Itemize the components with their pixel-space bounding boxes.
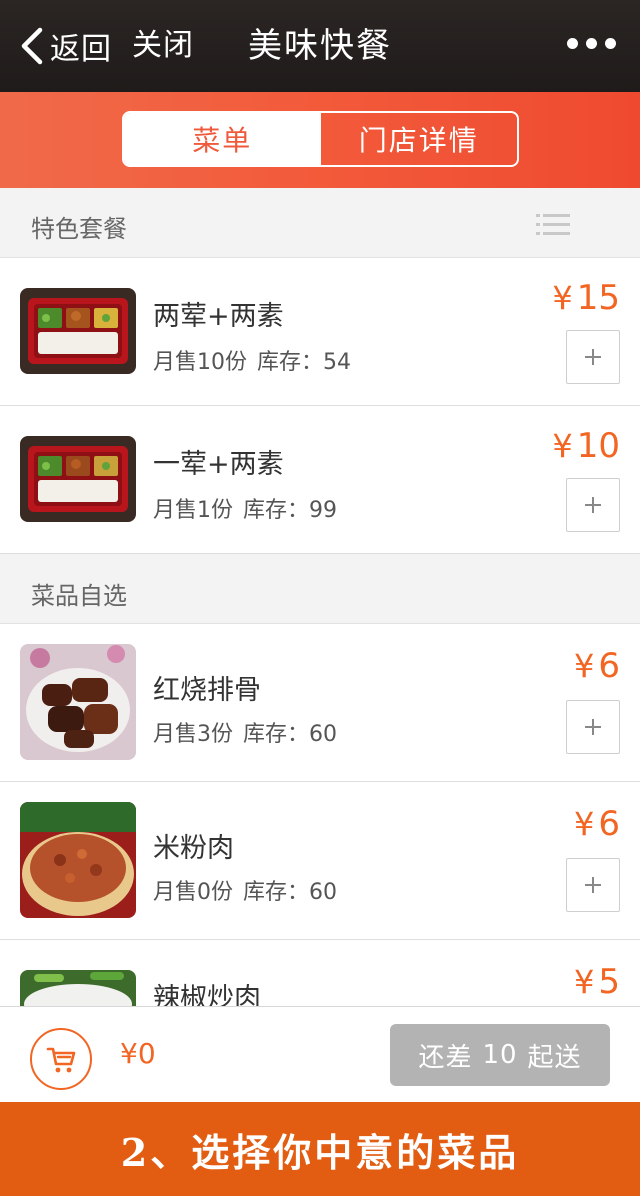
plus-icon — [585, 497, 601, 513]
menu-item: 一荤+两素 月售1份 库存：99 ¥10 — [0, 406, 640, 554]
item-name: 红烧排骨 — [153, 675, 261, 706]
item-name: 一荤+两素 — [153, 449, 284, 480]
section-title: 特色套餐 — [31, 215, 127, 243]
item-name: 米粉肉 — [153, 833, 234, 864]
cart-bar: ¥0 还差 10 起送 — [0, 1006, 640, 1102]
section-header-featured: 特色套餐 — [0, 188, 640, 258]
menu-item: 辣椒炒肉 ¥5 — [0, 940, 640, 1006]
stock-label: 库存： — [243, 498, 310, 523]
item-sales-stock: 月售3份 库存：60 — [153, 716, 337, 748]
plus-icon — [585, 877, 601, 893]
steamed-pork-image — [20, 802, 136, 918]
braised-ribs-image — [20, 644, 136, 760]
tab-store-details[interactable]: 门店详情 — [321, 113, 518, 165]
bento-meal-image — [20, 288, 136, 374]
checkout-button[interactable]: 还差 10 起送 — [390, 1024, 610, 1086]
item-name: 辣椒炒肉 — [153, 983, 261, 1006]
item-price: ¥6 — [574, 646, 620, 686]
top-nav-bar: 返回 关闭 美味快餐 — [0, 0, 640, 92]
section-title: 菜品自选 — [31, 582, 127, 610]
item-price: ¥5 — [574, 962, 620, 1002]
tab-switcher: 菜单 门店详情 — [122, 111, 519, 167]
plus-icon — [585, 349, 601, 365]
add-to-cart-button[interactable] — [566, 478, 620, 532]
item-sales: 月售0份 — [153, 880, 233, 905]
tab-menu[interactable]: 菜单 — [124, 113, 321, 165]
item-sales-stock: 月售1份 库存：99 — [153, 492, 337, 524]
add-to-cart-button[interactable] — [566, 700, 620, 754]
item-sales: 月售3份 — [153, 722, 233, 747]
pepper-pork-image — [20, 970, 136, 1006]
item-sales: 月售10份 — [153, 350, 247, 375]
item-price: ¥6 — [574, 804, 620, 844]
item-name: 两荤+两素 — [153, 301, 284, 332]
cart-total: ¥0 — [120, 1037, 156, 1070]
add-to-cart-button[interactable] — [566, 858, 620, 912]
page-title: 美味快餐 — [248, 26, 392, 66]
cart-button[interactable] — [30, 1028, 92, 1090]
item-price: ¥10 — [552, 426, 620, 466]
stock-label: 库存： — [257, 350, 324, 375]
list-icon[interactable] — [536, 214, 570, 236]
store-header: 菜单 门店详情 — [0, 92, 640, 188]
cart-icon — [46, 1047, 76, 1073]
stock-label: 库存： — [243, 722, 310, 747]
add-to-cart-button[interactable] — [566, 330, 620, 384]
section-header-custom: 菜品自选 — [0, 554, 640, 624]
more-button[interactable] — [567, 38, 616, 49]
menu-item: 米粉肉 月售0份 库存：60 ¥6 — [0, 782, 640, 940]
plus-icon — [585, 719, 601, 735]
item-sales-stock: 月售0份 库存：60 — [153, 874, 337, 906]
menu-item: 两荤+两素 月售10份 库存：54 ¥15 — [0, 258, 640, 406]
item-sales-stock: 月售10份 库存：54 — [153, 344, 351, 376]
stock-value: 60 — [309, 722, 338, 747]
stock-label: 库存： — [243, 880, 310, 905]
stock-value: 60 — [309, 880, 338, 905]
stock-value: 54 — [323, 350, 352, 375]
menu-item: 红烧排骨 月售3份 库存：60 ¥6 — [0, 624, 640, 782]
more-icon — [567, 38, 578, 49]
instruction-caption: 2、选择你中意的菜品 — [0, 1102, 640, 1196]
item-price: ¥15 — [552, 278, 620, 318]
stock-value: 99 — [309, 498, 338, 523]
bento-meal-image — [20, 436, 136, 522]
item-sales: 月售1份 — [153, 498, 233, 523]
